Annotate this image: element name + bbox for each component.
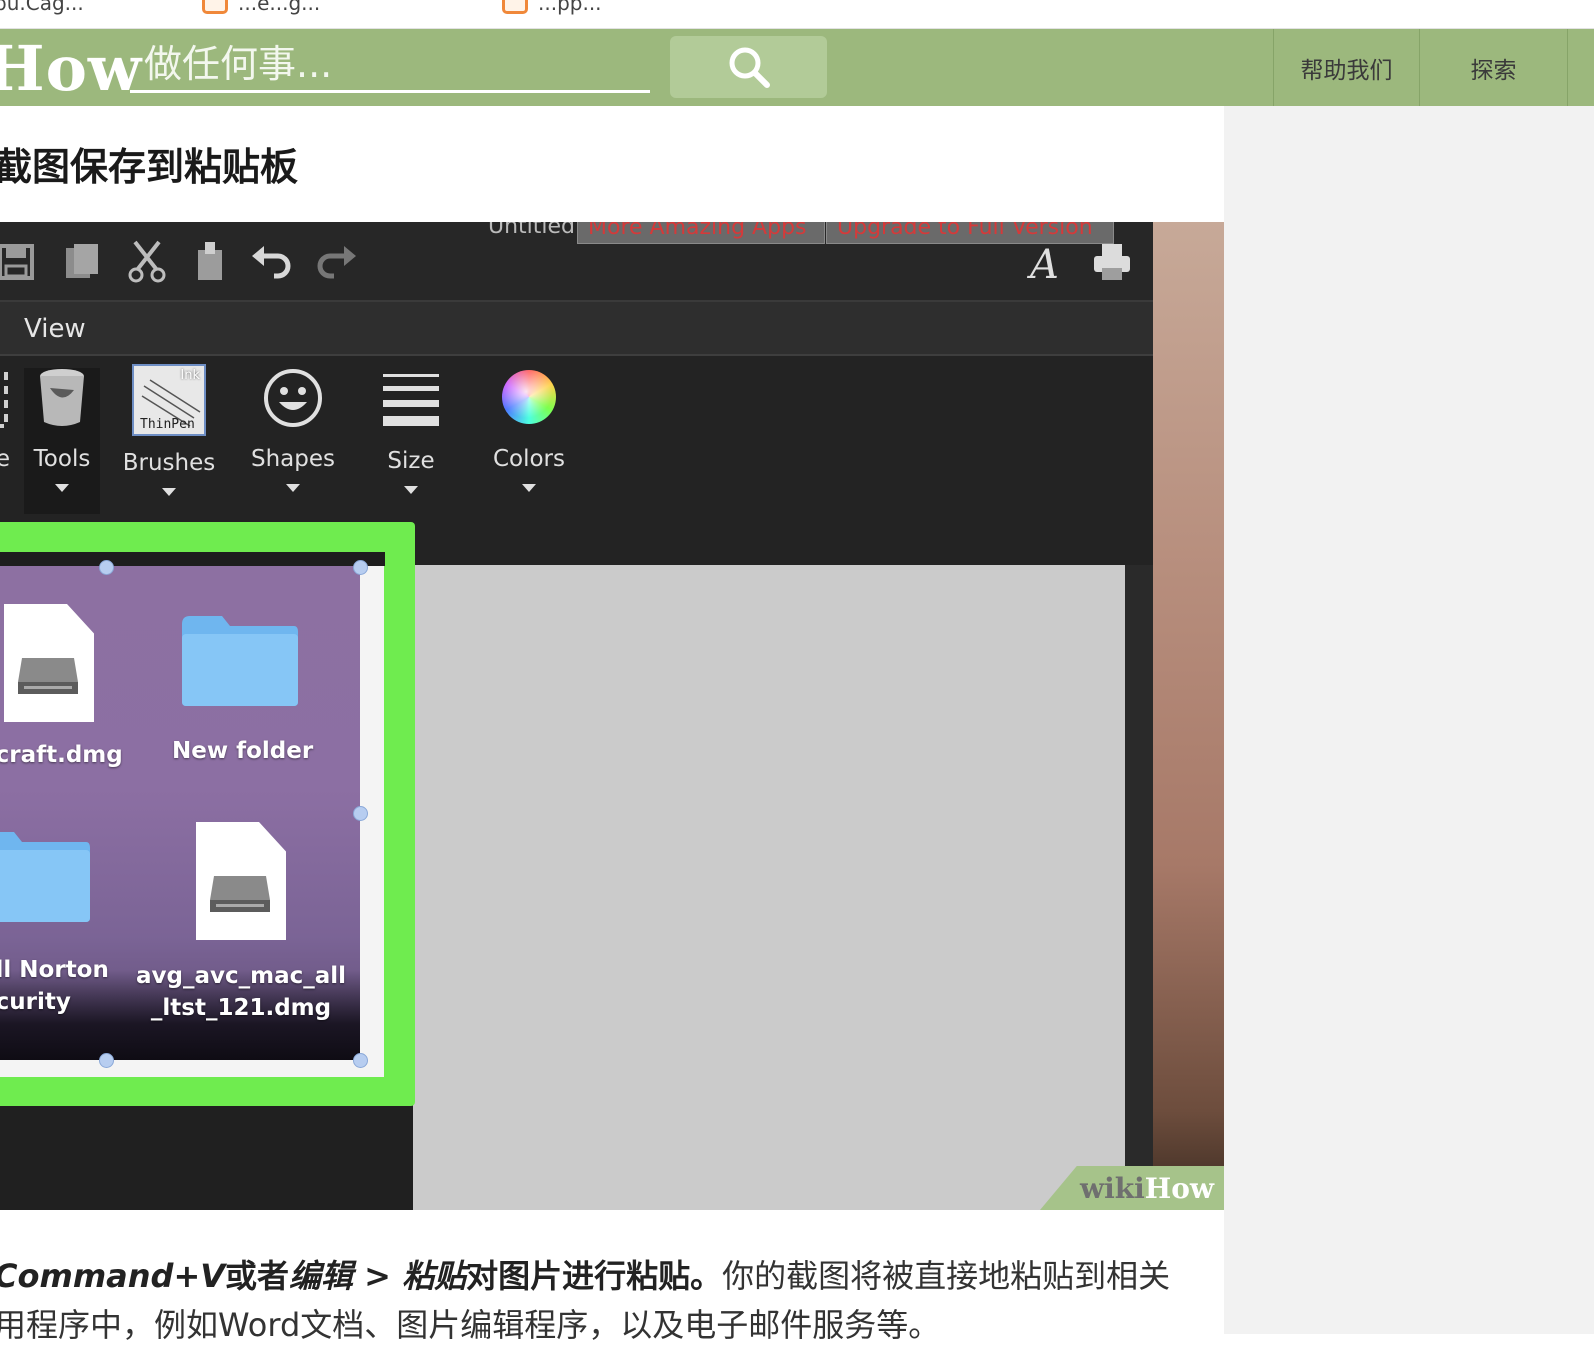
bookmark-label: ...pp...	[538, 0, 602, 15]
paste-icon[interactable]	[188, 240, 232, 284]
step-image: Untitled More Amazing Apps Upgrade to Fu…	[0, 222, 1224, 1210]
resize-handle[interactable]	[353, 806, 368, 821]
watermark-wiki: wiki	[1079, 1171, 1145, 1205]
chevron-down-icon	[286, 484, 300, 492]
text-tool-icon[interactable]: A	[1026, 240, 1070, 284]
sidebar	[1224, 106, 1594, 1334]
watermark-how: How	[1144, 1171, 1214, 1205]
step-description-line2: 用程序中，例如Word文档、图片编辑程序，以及电子邮件服务等。	[0, 1306, 941, 1344]
ribbon-colors[interactable]: Colors	[474, 366, 584, 536]
disk-drive-icon	[210, 876, 270, 912]
resize-handle[interactable]	[99, 560, 114, 575]
body-text-rest: 你的截图将被直接地粘贴到相关	[722, 1257, 1171, 1295]
resize-handle[interactable]	[353, 1053, 368, 1068]
ribbon-shapes[interactable]: Shapes	[238, 366, 348, 536]
shortcut-text: Command+V	[0, 1257, 226, 1295]
site-header: How 帮助我们 探索	[0, 29, 1594, 106]
copy-icon[interactable]	[60, 240, 104, 284]
bookmark-1[interactable]: pu.Cag...	[0, 0, 84, 16]
nav-explore[interactable]: 探索	[1419, 29, 1568, 106]
ribbon-label: Colors	[492, 446, 566, 472]
resize-handle[interactable]	[99, 1053, 114, 1068]
body-text-paste: 对图片进行粘贴。	[466, 1257, 723, 1295]
app-menu-bar: View	[0, 302, 1153, 356]
search-input[interactable]	[130, 37, 650, 93]
file-label-new-folder: New folder	[172, 738, 314, 764]
tab-more-apps[interactable]: More Amazing Apps	[577, 222, 825, 244]
search-button[interactable]	[670, 36, 827, 98]
step-description: Command+V或者编辑 > 粘贴对图片进行粘贴。你的截图将被直接地粘贴到相关	[0, 1252, 1174, 1300]
ribbon-label: Shapes	[250, 446, 335, 472]
menu-view[interactable]: View	[24, 314, 86, 344]
smiley-icon	[264, 369, 322, 427]
ribbon-label: Brushes	[122, 450, 216, 476]
chevron-down-icon	[404, 486, 418, 494]
brush-thumbnail: Ink ThinPen	[132, 364, 206, 436]
disk-drive-icon	[18, 658, 78, 694]
menu-path-text: 编辑 > 粘贴	[289, 1257, 467, 1295]
folder-icon	[0, 832, 90, 922]
save-icon[interactable]	[0, 240, 38, 284]
step-title: 截图保存到粘贴板	[0, 145, 299, 189]
redo-icon[interactable]	[314, 240, 358, 284]
wikihow-logo[interactable]: How	[0, 33, 142, 105]
bookmark-3[interactable]: ...pp...	[502, 0, 602, 16]
tab-upgrade[interactable]: Upgrade to Full Version	[826, 222, 1114, 244]
color-wheel-shine	[502, 370, 556, 424]
resize-handle[interactable]	[353, 560, 368, 575]
ribbon-size[interactable]: Size	[356, 366, 466, 536]
desktop-photo-edge	[1153, 222, 1224, 1210]
body-text-or: 或者	[225, 1257, 290, 1295]
print-icon[interactable]	[1090, 240, 1134, 284]
file-label-minecraft: ecraft.dmg	[0, 742, 123, 768]
ribbon-brushes[interactable]: Ink ThinPen Brushes	[114, 364, 224, 536]
ribbon-label: Tools	[33, 446, 91, 472]
brush-thumb-top: Ink	[180, 368, 200, 383]
nav-help-us[interactable]: 帮助我们	[1273, 29, 1419, 106]
bookmarks-bar: pu.Cag... ...e...g... ...pp...	[0, 0, 1594, 29]
chevron-down-icon	[162, 488, 176, 496]
chevron-down-icon	[522, 484, 536, 492]
selection-top-strip	[0, 552, 385, 566]
folder-icon	[182, 616, 298, 706]
bookmark-icon	[202, 0, 228, 14]
bookmark-label: ...e...g...	[238, 0, 321, 15]
ribbon-tools[interactable]: Tools	[7, 366, 117, 536]
ribbon-label: Size	[387, 448, 435, 474]
cut-icon[interactable]	[125, 240, 169, 284]
pasted-screenshot[interactable]: ecraft.dmg New folder all Norton ecurity…	[0, 566, 360, 1060]
file-label-norton: all Norton ecurity	[0, 957, 109, 1015]
brush-thumb-bottom: ThinPen	[140, 417, 195, 432]
paint-canvas[interactable]	[413, 565, 1125, 1210]
canvas-scrollbar[interactable]	[1125, 565, 1153, 1210]
bookmark-label: pu.Cag...	[0, 0, 84, 15]
undo-icon[interactable]	[250, 240, 294, 284]
window-title: Untitled	[488, 222, 576, 239]
paint-bucket-icon	[40, 369, 84, 426]
svg-text:A: A	[1026, 242, 1059, 284]
search-icon	[729, 47, 770, 88]
chevron-down-icon	[55, 484, 69, 492]
file-label-avg: avg_avc_mac_all _ltst_121.dmg	[136, 963, 347, 1021]
bookmark-icon	[502, 0, 528, 14]
app-toolbar: Untitled More Amazing Apps Upgrade to Fu…	[0, 222, 1153, 302]
line-size-icon	[383, 374, 439, 426]
bookmark-2[interactable]: ...e...g...	[202, 0, 320, 16]
